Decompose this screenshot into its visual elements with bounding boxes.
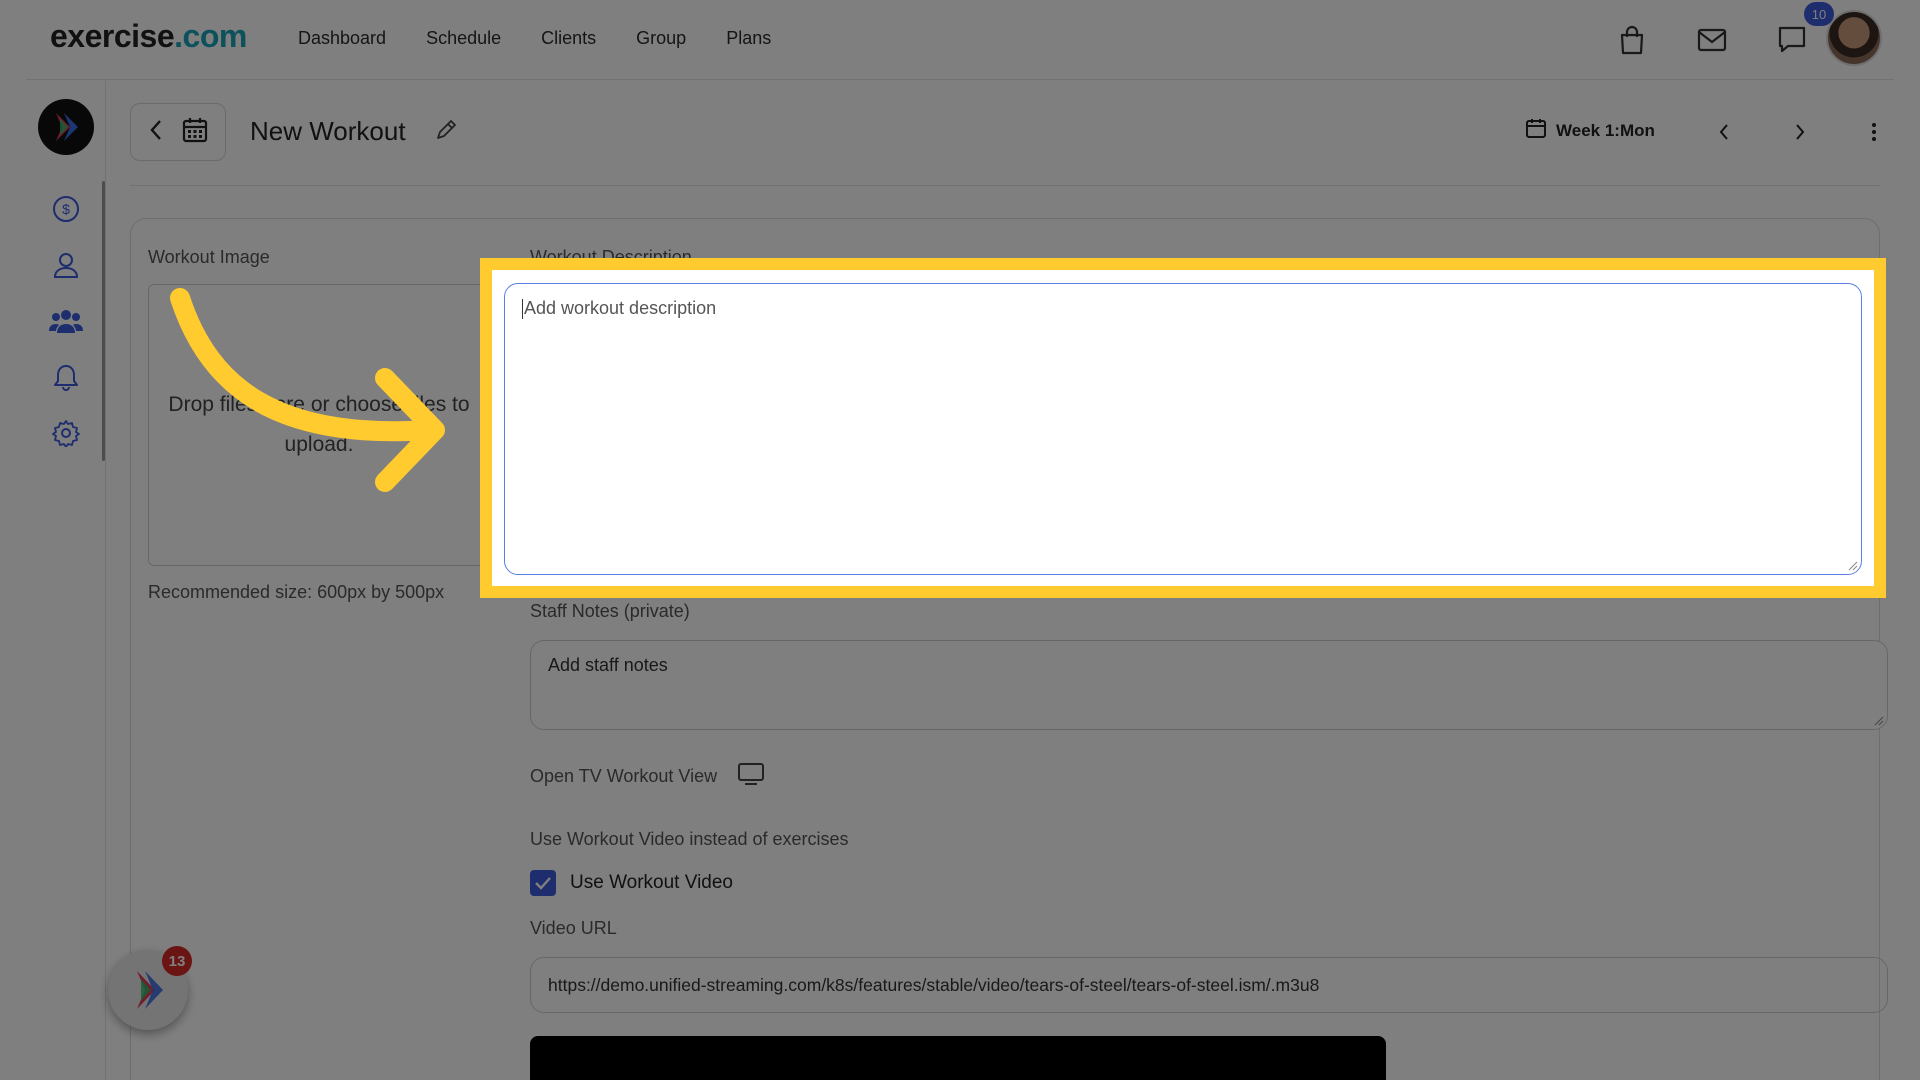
top-nav: exercise.com Dashboard Schedule Clients … — [26, 0, 1894, 80]
check-icon — [535, 877, 551, 890]
next-week-button[interactable] — [1786, 118, 1814, 146]
staff-notes-placeholder: Add staff notes — [548, 655, 668, 675]
gear-icon[interactable] — [48, 415, 84, 451]
brand-logo[interactable]: exercise.com — [50, 18, 247, 55]
recommended-size-text: Recommended size: 600px by 500px — [148, 582, 445, 602]
workout-image-label: Workout Image — [148, 247, 270, 267]
prev-week-button[interactable] — [1710, 118, 1738, 146]
nav-item-dashboard[interactable]: Dashboard — [298, 28, 386, 49]
tv-view-row[interactable]: Open TV Workout View — [530, 762, 765, 791]
chevron-left-icon[interactable] — [149, 119, 163, 146]
user-icon[interactable] — [48, 247, 84, 283]
mail-icon[interactable] — [1694, 22, 1730, 58]
nav-item-schedule[interactable]: Schedule — [426, 28, 501, 49]
nav-item-clients[interactable]: Clients — [541, 28, 596, 49]
video-url-label: Video URL — [530, 918, 617, 938]
use-video-label: Use Workout Video — [570, 872, 733, 893]
video-section-label: Use Workout Video instead of exercises — [530, 829, 849, 849]
sidebar-app-logo[interactable] — [38, 99, 94, 155]
sidebar: $ — [26, 81, 106, 1080]
nav-item-group[interactable]: Group — [636, 28, 686, 49]
help-widget-badge: 13 — [162, 946, 192, 976]
tv-icon[interactable] — [737, 762, 765, 791]
week-label: Week 1:Mon — [1556, 120, 1655, 140]
tutorial-arrow-icon — [170, 288, 445, 492]
use-video-checkbox[interactable] — [530, 870, 556, 896]
description-placeholder: Add workout description — [524, 298, 717, 318]
pencil-icon[interactable] — [434, 118, 458, 147]
bell-icon[interactable] — [48, 359, 84, 395]
brand-name: exercise — [50, 18, 175, 54]
page-title: New Workout — [250, 116, 406, 146]
use-video-checkbox-row[interactable]: Use Workout Video — [530, 870, 733, 896]
brand-suffix: .com — [174, 18, 247, 54]
main-nav: Dashboard Schedule Clients Group Plans — [298, 28, 771, 49]
text-cursor — [522, 299, 523, 320]
avatar[interactable] — [1826, 10, 1882, 66]
calendar-icon[interactable] — [182, 117, 208, 148]
description-textarea[interactable]: Add workout description — [504, 283, 1862, 575]
week-selector[interactable]: Week 1:Mon — [1526, 118, 1655, 143]
chat-icon[interactable] — [1774, 22, 1810, 58]
back-calendar-group — [130, 103, 226, 161]
resize-handle-icon[interactable] — [1874, 716, 1884, 726]
highlighted-region: Add workout description — [492, 270, 1874, 586]
staff-notes-label: Staff Notes (private) — [530, 601, 690, 621]
sidebar-scrollbar[interactable] — [102, 181, 105, 461]
group-icon[interactable] — [48, 303, 84, 339]
tv-view-label: Open TV Workout View — [530, 766, 718, 786]
svg-text:$: $ — [62, 201, 70, 217]
header-divider — [130, 185, 1880, 186]
kebab-icon[interactable] — [1860, 118, 1888, 146]
nav-item-plans[interactable]: Plans — [726, 28, 771, 49]
staff-notes-textarea[interactable]: Add staff notes — [530, 640, 1888, 730]
resize-handle-icon[interactable] — [1848, 561, 1858, 571]
video-player[interactable] — [530, 1036, 1386, 1080]
video-url-input[interactable]: https://demo.unified-streaming.com/k8s/f… — [530, 957, 1888, 1013]
calendar-small-icon — [1526, 118, 1546, 143]
bag-icon[interactable] — [1614, 22, 1650, 58]
dollar-icon[interactable]: $ — [48, 191, 84, 227]
